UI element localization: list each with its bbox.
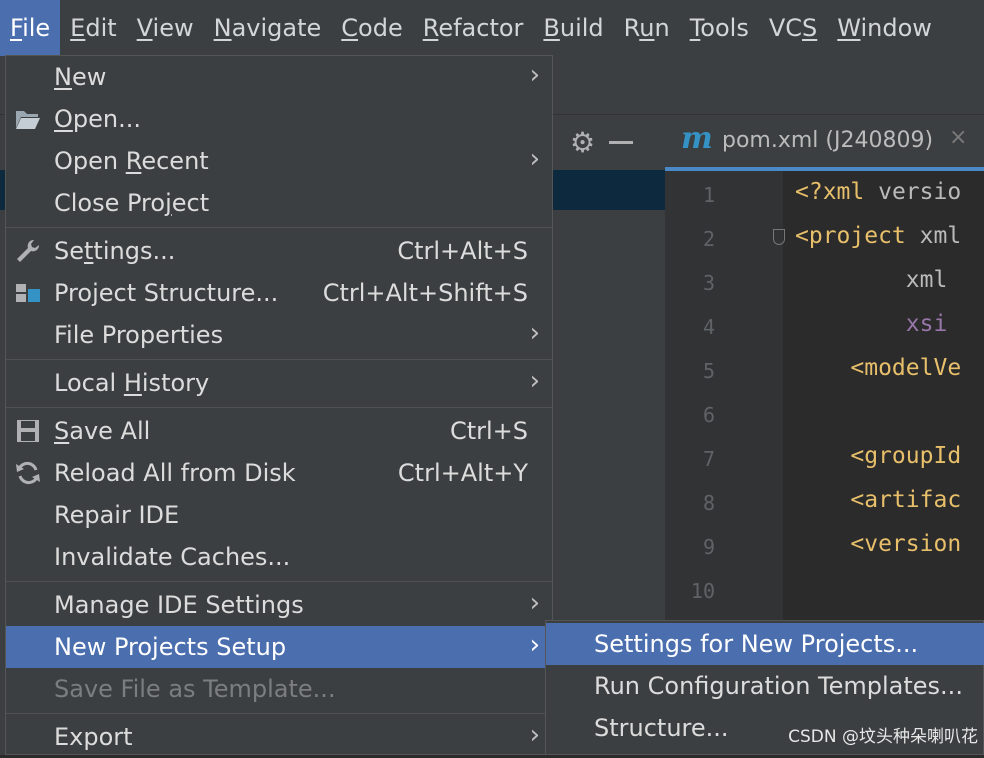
menu-edit[interactable]: Edit [60, 0, 126, 56]
menu-refactor[interactable]: Refactor [413, 0, 534, 56]
menu-code[interactable]: Code [331, 0, 412, 56]
menu-file[interactable]: File [0, 0, 61, 56]
menu-item-file-properties[interactable]: File Properties › [6, 314, 552, 356]
menu-item-save-all[interactable]: Save All Ctrl+S [6, 410, 552, 452]
menu-item-invalidate-caches[interactable]: Invalidate Caches... [6, 536, 552, 578]
menu-view[interactable]: View [127, 0, 204, 56]
code-line: <modelVe [795, 355, 962, 381]
line-number: 6 [702, 403, 715, 427]
chevron-right-icon: › [529, 144, 540, 174]
menu-item-settings[interactable]: Settings... Ctrl+Alt+S [6, 230, 552, 272]
menu-item-new-projects-setup[interactable]: New Projects Setup › [6, 626, 552, 668]
line-number: 2 [702, 227, 715, 251]
menu-item-manage-ide-settings[interactable]: Manage IDE Settings › [6, 584, 552, 626]
close-icon[interactable]: × [949, 125, 967, 150]
menu-tools[interactable]: Tools [680, 0, 759, 56]
line-number: 10 [690, 579, 715, 603]
menu-build[interactable]: Build [533, 0, 613, 56]
line-number: 4 [702, 315, 715, 339]
line-number: 8 [702, 491, 715, 515]
hide-panel-icon[interactable] [609, 141, 634, 144]
menu-item-reload-all[interactable]: Reload All from Disk Ctrl+Alt+Y [6, 452, 552, 494]
menu-item-project-structure[interactable]: Project Structure... Ctrl+Alt+Shift+S [6, 272, 552, 314]
code-line: xsi [905, 311, 948, 337]
menu-separator [6, 359, 552, 360]
menu-window[interactable]: Window [827, 0, 942, 56]
folder-open-icon [16, 111, 40, 129]
code-line: <version [795, 531, 962, 557]
menu-item-save-as-template[interactable]: Save File as Template... [6, 668, 552, 710]
line-number: 5 [702, 359, 715, 383]
shortcut-label: Ctrl+Alt+Y [397, 459, 528, 487]
menu-navigate[interactable]: Navigate [204, 0, 332, 56]
shortcut-label: Ctrl+S [449, 417, 528, 445]
chevron-right-icon: › [529, 318, 540, 348]
menu-item-new[interactable]: New › [6, 56, 552, 98]
menu-vcs[interactable]: VCS [759, 0, 827, 56]
code-line: xml [905, 267, 948, 293]
menu-bar: File Edit View Navigate Code Refactor Bu… [0, 0, 984, 56]
fold-marker-icon[interactable] [773, 229, 785, 245]
project-structure-icon [16, 284, 40, 302]
gear-icon[interactable]: ⚙ [570, 126, 595, 159]
shortcut-label: Ctrl+Alt+Shift+S [322, 279, 528, 307]
chevron-right-icon: › [529, 630, 540, 660]
line-number: 3 [702, 271, 715, 295]
file-menu: New › Open... Open Recent › Close Projec… [5, 55, 553, 755]
code-line: <project xml [795, 223, 962, 249]
code-line: <groupId [795, 443, 962, 469]
menu-item-open[interactable]: Open... [6, 98, 552, 140]
chevron-right-icon: › [529, 588, 540, 618]
code-line: <artifac [795, 487, 962, 513]
menu-item-repair-ide[interactable]: Repair IDE [6, 494, 552, 536]
menu-item-close-project[interactable]: Close Project [6, 182, 552, 224]
chevron-right-icon: › [529, 366, 540, 396]
menu-item-local-history[interactable]: Local History › [6, 362, 552, 404]
tab-title: pom.xml (J240809) [722, 128, 934, 153]
menu-item-export[interactable]: Export › [6, 716, 552, 758]
menu-separator [6, 227, 552, 228]
chevron-right-icon: › [529, 720, 540, 750]
submenu-item-settings-for-new-projects[interactable]: Settings for New Projects... [546, 623, 984, 665]
code-line: <?xml versio [795, 179, 962, 205]
chevron-right-icon: › [529, 60, 540, 90]
project-panel-tools: ⚙ [556, 115, 679, 170]
floppy-disk-icon [17, 420, 39, 442]
editor-tab-pom[interactable]: m pom.xml (J240809) × [665, 115, 984, 171]
maven-icon: m [681, 121, 713, 156]
menu-item-open-recent[interactable]: Open Recent › [6, 140, 552, 182]
reload-icon [16, 461, 40, 485]
submenu-item-run-configuration-templates[interactable]: Run Configuration Templates... [546, 665, 984, 707]
menu-separator [6, 581, 552, 582]
menu-run[interactable]: Run [614, 0, 680, 56]
watermark: CSDN @坟头种朵喇叭花 [788, 727, 978, 747]
line-number: 1 [702, 183, 715, 207]
menu-separator [6, 713, 552, 714]
menu-separator [6, 407, 552, 408]
wrench-icon [17, 239, 40, 262]
line-number: 9 [702, 535, 715, 559]
line-number: 7 [702, 447, 715, 471]
shortcut-label: Ctrl+Alt+S [397, 237, 528, 265]
